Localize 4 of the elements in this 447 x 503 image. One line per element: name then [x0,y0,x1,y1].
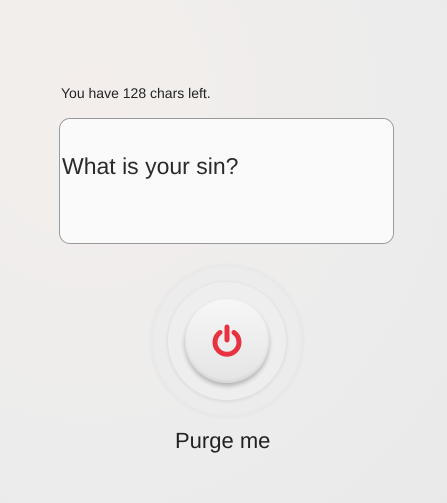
power-button[interactable] [185,299,269,383]
chars-left-text: You have 128 chars left. [61,85,211,101]
purge-label: Purge me [175,428,270,454]
sin-input-field[interactable]: What is your sin? [59,118,394,244]
